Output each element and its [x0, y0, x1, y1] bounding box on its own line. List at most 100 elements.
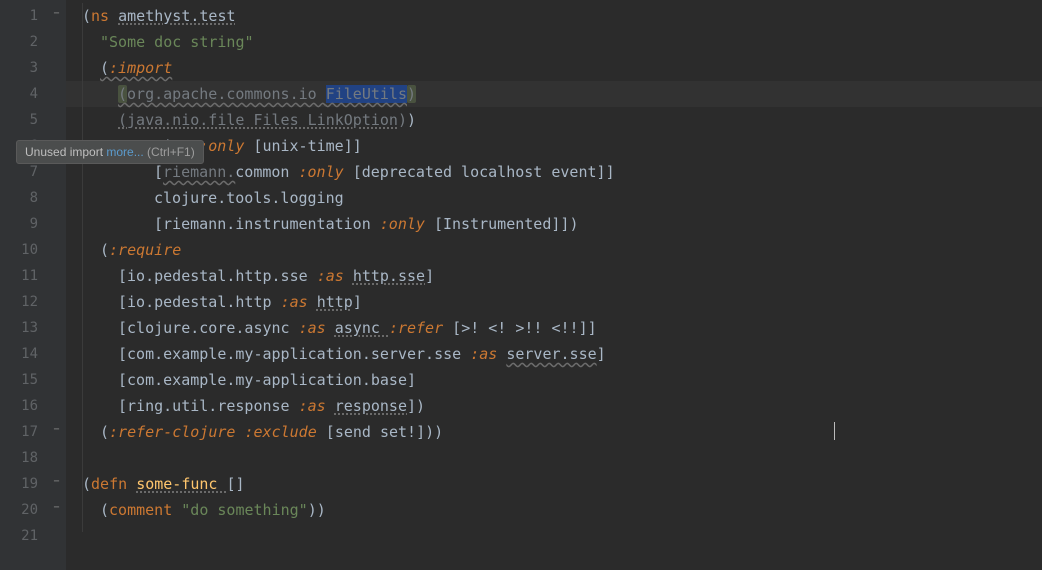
code-token: ]: [588, 319, 597, 337]
code-token: (: [100, 423, 109, 441]
code-line[interactable]: "Some doc string": [82, 29, 1042, 55]
code-token: :only: [380, 215, 434, 233]
code-line[interactable]: [io.pedestal.http.sse :as http.sse]: [82, 263, 1042, 289]
code-token: ): [317, 501, 326, 519]
code-token: ]: [344, 137, 353, 155]
code-token: ): [416, 397, 425, 415]
code-token: FileUtils: [326, 85, 407, 103]
code-token: io.pedestal.http.sse: [127, 267, 317, 285]
code-token: "Some doc string": [100, 33, 254, 51]
code-line[interactable]: (ns amethyst.test: [82, 3, 1042, 29]
line-number[interactable]: 15: [0, 367, 38, 393]
line-number[interactable]: 20: [0, 497, 38, 523]
code-token: :exclude: [245, 423, 326, 441]
line-number[interactable]: 3: [0, 55, 38, 81]
code-line[interactable]: [io.pedestal.http :as http]: [82, 289, 1042, 315]
code-token: ]: [579, 319, 588, 337]
code-line[interactable]: [82, 523, 1042, 549]
line-number[interactable]: 8: [0, 185, 38, 211]
code-line[interactable]: [ring.util.response :as response]): [82, 393, 1042, 419]
code-line[interactable]: (java.nio.file Files LinkOption)): [82, 107, 1042, 133]
line-number[interactable]: 14: [0, 341, 38, 367]
code-token: ]: [407, 371, 416, 389]
code-token: ]: [416, 423, 425, 441]
code-token: (: [118, 111, 127, 129]
code-token: [: [154, 163, 163, 181]
code-line[interactable]: [82, 445, 1042, 471]
line-number[interactable]: 21: [0, 523, 38, 549]
fold-toggle-icon[interactable]: −: [51, 8, 62, 19]
code-line[interactable]: [com.example.my-application.base]: [82, 367, 1042, 393]
line-number[interactable]: 1: [0, 3, 38, 29]
code-token: riemann.instrumentation: [163, 215, 380, 233]
code-line[interactable]: clojure.tools.logging: [82, 185, 1042, 211]
code-line[interactable]: (defn some-func []: [82, 471, 1042, 497]
code-token: ): [434, 423, 443, 441]
code-token: ]: [407, 397, 416, 415]
code-line[interactable]: [clojure.core.async :as async :refer [>!…: [82, 315, 1042, 341]
code-token: :require: [109, 241, 181, 259]
line-number[interactable]: 10: [0, 237, 38, 263]
line-number[interactable]: 13: [0, 315, 38, 341]
code-token: comment: [109, 501, 181, 519]
line-number[interactable]: 18: [0, 445, 38, 471]
code-token: :as: [470, 345, 506, 363]
code-token: ): [569, 215, 578, 233]
code-token: ): [425, 423, 434, 441]
code-line[interactable]: n.time :only [unix-time]]: [82, 133, 1042, 159]
code-token: com.example.my-application.base: [127, 371, 407, 389]
code-token: [: [118, 319, 127, 337]
code-token: ]: [606, 163, 615, 181]
line-number[interactable]: 19: [0, 471, 38, 497]
code-token: [: [434, 215, 443, 233]
tooltip-more-link[interactable]: more...: [106, 145, 143, 159]
code-area[interactable]: (ns amethyst.test"Some doc string"(:impo…: [66, 0, 1042, 570]
code-line[interactable]: (:refer-clojure :exclude [send set!])): [82, 419, 1042, 445]
code-line[interactable]: [riemann.instrumentation :only [Instrume…: [82, 211, 1042, 237]
code-line[interactable]: (org.apache.commons.io FileUtils): [82, 81, 1042, 107]
fold-column[interactable]: − − − −: [48, 0, 66, 570]
fold-toggle-icon[interactable]: −: [51, 502, 62, 513]
line-number[interactable]: 11: [0, 263, 38, 289]
code-editor[interactable]: 123456789101112131415161718192021 −−−− (…: [0, 0, 1042, 570]
code-line[interactable]: (comment "do something")): [82, 497, 1042, 523]
code-line[interactable]: [riemann.common :only [deprecated localh…: [82, 159, 1042, 185]
code-token: ]: [425, 267, 434, 285]
code-token: deprecated localhost event: [362, 163, 597, 181]
code-token: ]: [597, 163, 606, 181]
line-number[interactable]: 5: [0, 107, 38, 133]
code-token: [: [118, 293, 127, 311]
code-token: [: [452, 319, 461, 337]
code-token: ]: [353, 293, 362, 311]
line-number[interactable]: 4: [0, 81, 38, 107]
code-token: :refer: [389, 319, 452, 337]
code-token: :import: [109, 59, 172, 77]
line-number[interactable]: 9: [0, 211, 38, 237]
code-token: response: [335, 397, 407, 415]
code-token: >! <! >!! <!!: [461, 319, 578, 337]
code-token: java.nio.file Files LinkOption: [127, 111, 398, 129]
code-token: :as: [299, 397, 335, 415]
code-token: org.apache.commons.io: [127, 85, 326, 103]
code-token: (: [82, 7, 91, 25]
line-number[interactable]: 17: [0, 419, 38, 445]
line-number[interactable]: 16: [0, 393, 38, 419]
fold-toggle-icon[interactable]: −: [51, 424, 62, 435]
code-token: com.example.my-application.server.sse: [127, 345, 470, 363]
line-number[interactable]: 12: [0, 289, 38, 315]
code-token: [: [118, 345, 127, 363]
code-token: [: [118, 371, 127, 389]
code-token: common: [235, 163, 298, 181]
code-token: riemann.: [163, 163, 235, 181]
code-token: ]: [353, 137, 362, 155]
code-token: ): [398, 111, 407, 129]
code-line[interactable]: (:require: [82, 237, 1042, 263]
line-number[interactable]: 2: [0, 29, 38, 55]
code-token: ns: [91, 7, 118, 25]
code-line[interactable]: [com.example.my-application.server.sse :…: [82, 341, 1042, 367]
gutter[interactable]: 123456789101112131415161718192021: [0, 0, 48, 570]
inspection-tooltip[interactable]: Unused import more... (Ctrl+F1): [16, 140, 204, 164]
fold-toggle-icon[interactable]: −: [51, 476, 62, 487]
code-token: :as: [299, 319, 335, 337]
code-line[interactable]: (:import: [82, 55, 1042, 81]
